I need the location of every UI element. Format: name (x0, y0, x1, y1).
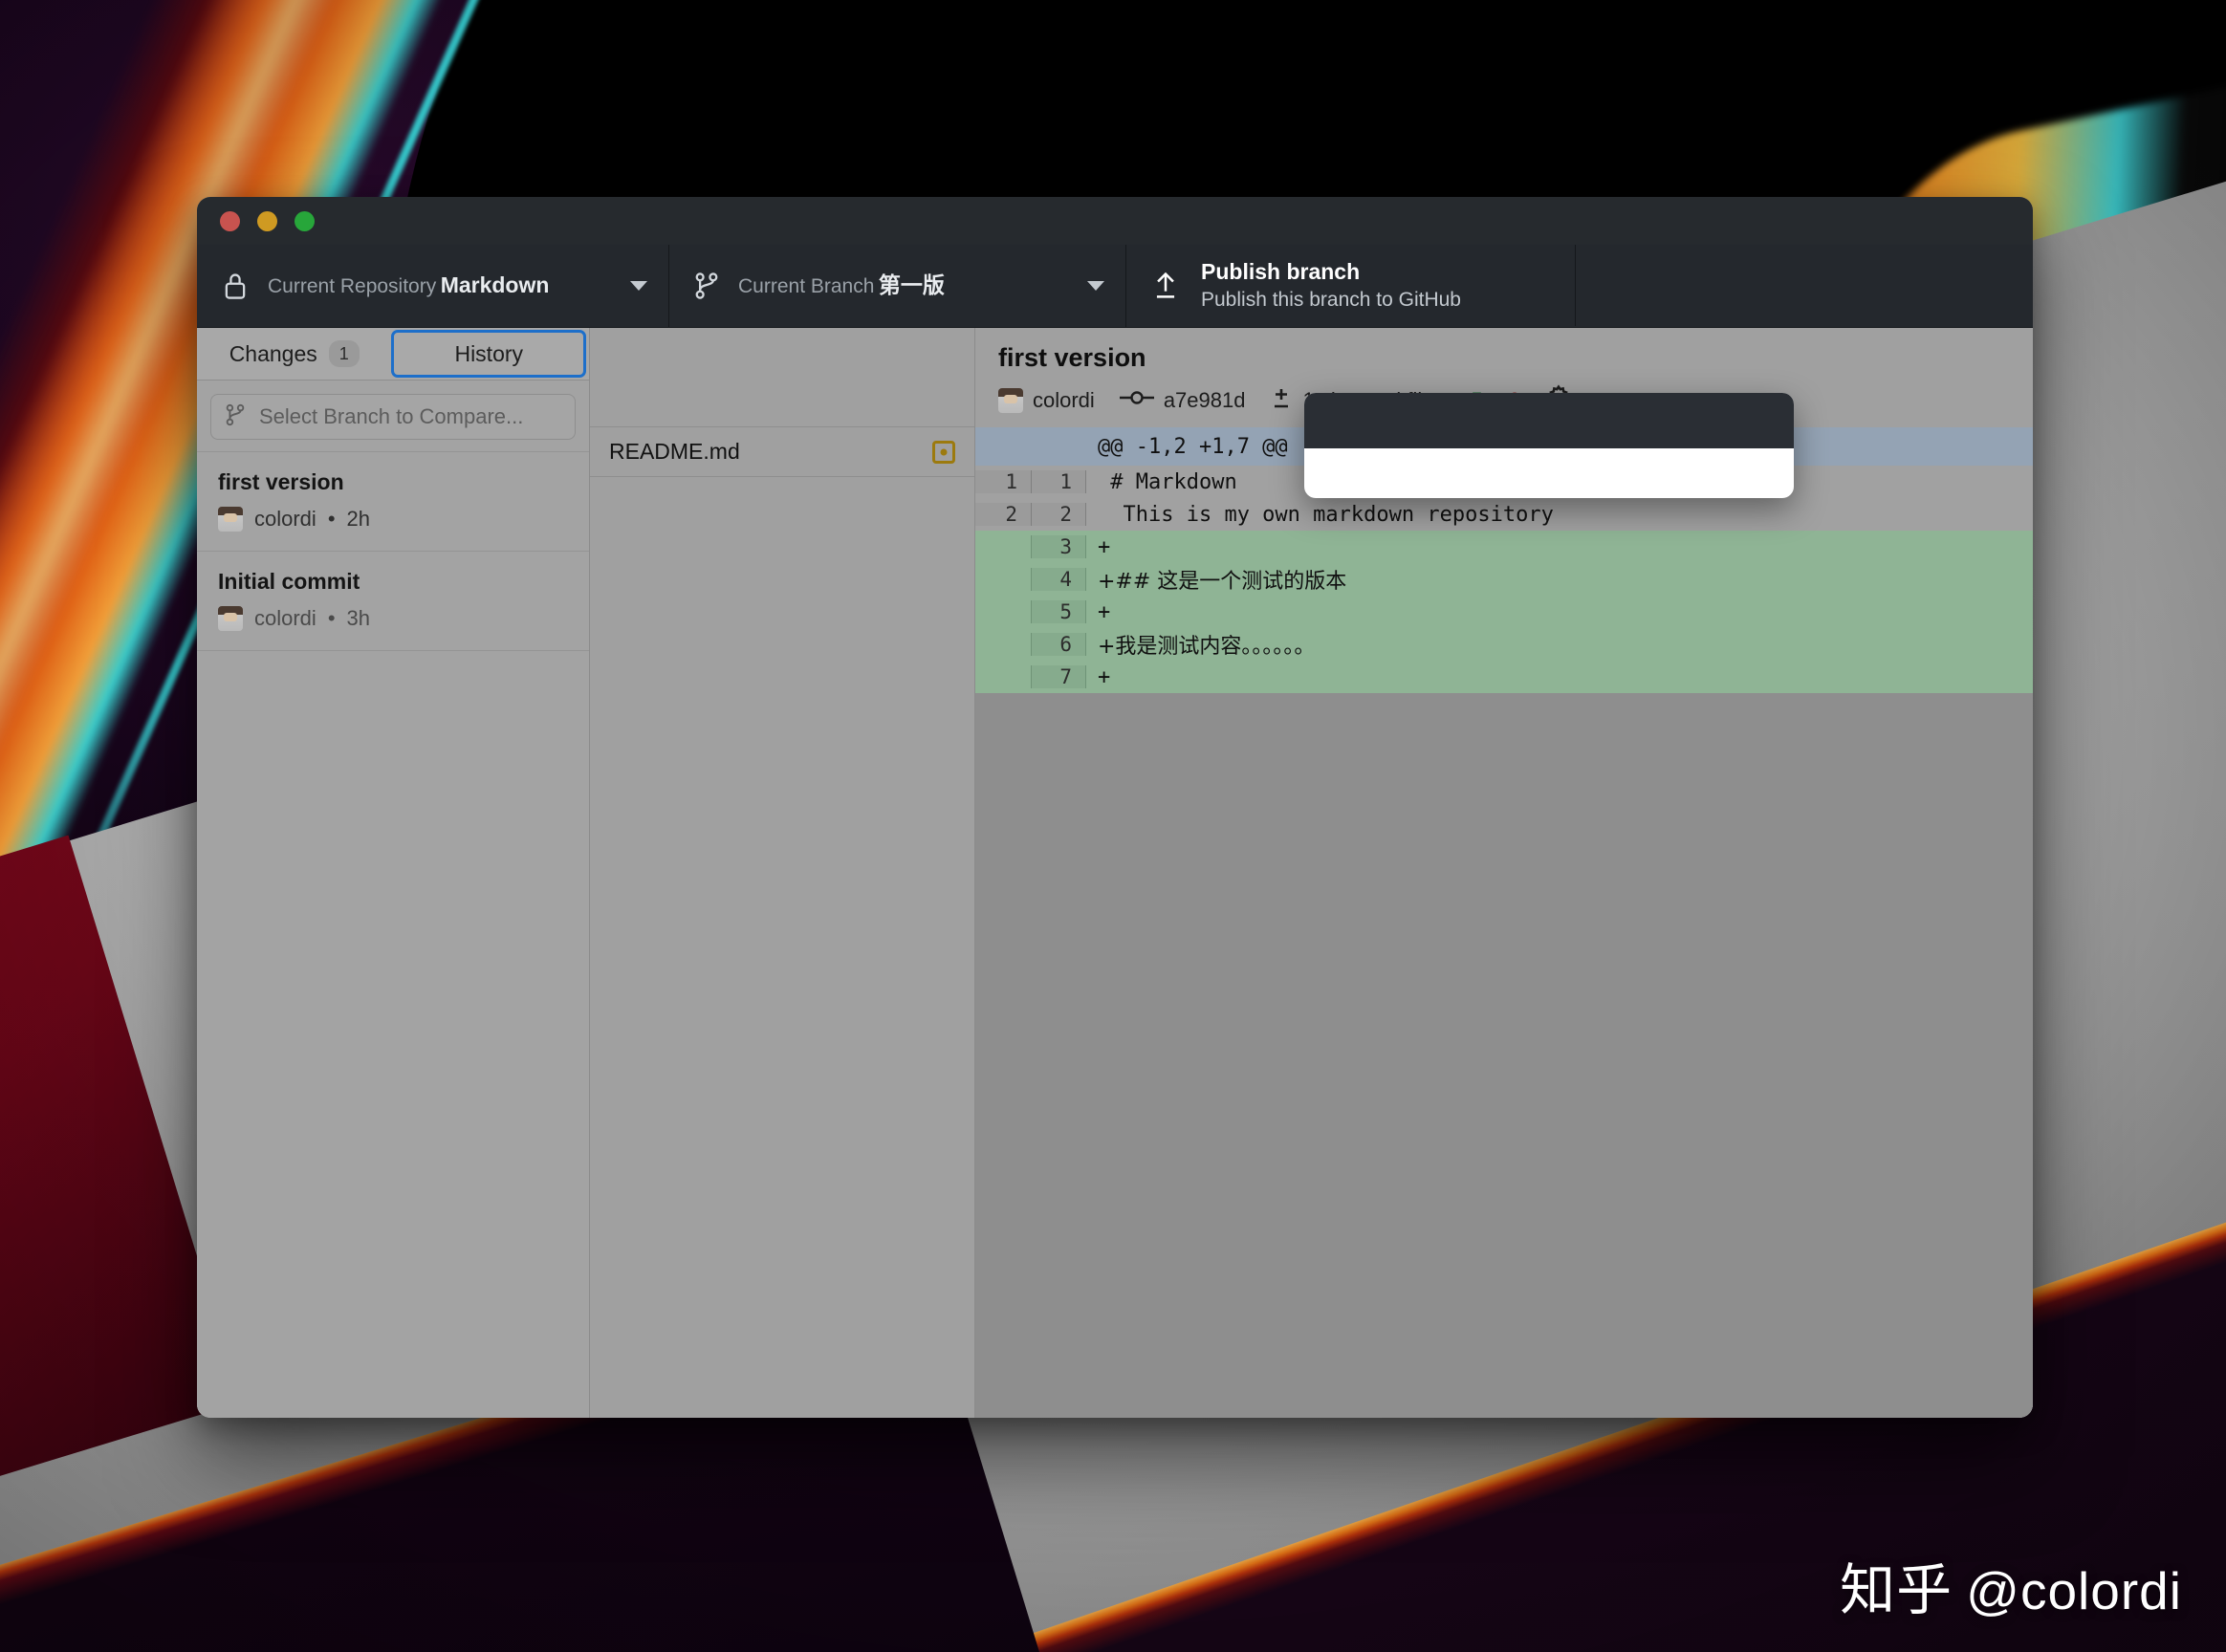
diff-gutter-old: 2 (975, 503, 1031, 526)
list-item[interactable]: first version colordi • 2h (197, 451, 589, 551)
commit-author: colordi (1033, 388, 1095, 412)
commit-time: 3h (346, 606, 370, 630)
commit-author: colordi (254, 507, 316, 531)
commit-sha: a7e981d (1163, 388, 1246, 412)
maximize-button[interactable] (295, 210, 315, 231)
diff-line-text: + (1098, 664, 1111, 689)
window-titlebar (197, 197, 2033, 245)
publish-branch-button[interactable]: Publish branch Publish this branch to Gi… (1126, 245, 1576, 326)
diff-gutter-new: 1 (1031, 470, 1086, 493)
diff-gutter-new: 5 (1031, 600, 1086, 623)
file-name: README.md (609, 439, 740, 464)
commit-separator: • (327, 606, 336, 630)
upload-arrow-icon (1151, 270, 1180, 302)
tab-changes[interactable]: Changes 1 (197, 328, 391, 380)
current-branch-label: Current Branch (738, 275, 875, 298)
close-button[interactable] (220, 210, 240, 231)
commit-meta: colordi • 3h (218, 606, 568, 631)
modified-dot-icon (932, 440, 955, 464)
github-desktop-window: Current Repository Markdown Current Bran… (197, 197, 2033, 1418)
current-repository-selector[interactable]: Current Repository Markdown (197, 245, 669, 327)
main-toolbar: Current Repository Markdown Current Bran… (197, 245, 2033, 498)
tab-history-label: History (454, 340, 524, 366)
tab-changes-label: Changes (229, 340, 317, 366)
sidebar-tabs: Changes 1 History (197, 328, 589, 380)
current-repository-value: Markdown (440, 272, 550, 298)
file-panel-spacer (590, 328, 974, 427)
commit-sha-group[interactable]: a7e981d (1119, 387, 1246, 414)
publish-branch-subtitle: Publish this branch to GitHub (1201, 288, 1461, 311)
diff-gutter-old: 1 (975, 470, 1031, 493)
changed-files-panel: README.md (590, 328, 975, 1418)
commit-author: colordi (254, 606, 316, 630)
diff-content[interactable]: @@ -1,2 +1,7 @@ 1 1 # Markdown 2 2 This … (975, 427, 2033, 1418)
diff-line-addition: 3 + (975, 531, 2033, 563)
diff-line-context: 2 2 This is my own markdown repository (975, 498, 2033, 531)
diff-line-addition: 5 + (975, 596, 2033, 628)
chevron-down-icon (1087, 281, 1104, 291)
diff-line-text: +## 这是一个测试的版本 (1098, 570, 1347, 594)
commit-meta: colordi • 2h (218, 507, 568, 532)
diff-icon (1270, 386, 1293, 415)
select-branch-to-compare-input[interactable]: Select Branch to Compare... (210, 394, 576, 440)
sidebar: Changes 1 History Select Branch to Compa… (197, 328, 590, 1418)
lock-icon (222, 271, 249, 301)
list-item[interactable]: Initial commit colordi • 3h (197, 551, 589, 651)
watermark-zh: 知乎 (1840, 1559, 1953, 1621)
avatar (998, 388, 1023, 413)
minimize-button[interactable] (257, 210, 277, 231)
chevron-down-icon (630, 281, 647, 291)
diff-line-text: This is my own markdown repository (1098, 502, 1554, 527)
watermark-handle: @colordi (1966, 1561, 2182, 1620)
diff-gutter-new: 4 (1031, 568, 1086, 591)
commit-author-group: colordi (998, 388, 1095, 413)
commit-separator: • (327, 507, 336, 531)
watermark: 知乎 @colordi (1840, 1545, 2182, 1625)
diff-line-text: +我是测试内容。。。。。。 (1098, 635, 1316, 659)
diff-line-text: + (1098, 599, 1111, 624)
git-branch-icon (694, 271, 719, 301)
diff-gutter-new: 3 (1031, 535, 1086, 558)
commit-title: first version (218, 469, 344, 494)
avatar (218, 606, 243, 631)
avatar (218, 507, 243, 532)
diff-gutter-new: 2 (1031, 503, 1086, 526)
publish-popover-cap (1304, 393, 1794, 448)
diff-line-addition: 6 +我是测试内容。。。。。。 (975, 628, 2033, 661)
file-row-readme[interactable]: README.md (590, 427, 974, 477)
diff-line-addition: 4 +## 这是一个测试的版本 (975, 563, 2033, 596)
diff-gutter-new: 6 (1031, 633, 1086, 656)
current-repository-label: Current Repository (268, 275, 437, 298)
diff-line-addition: 7 + (975, 661, 2033, 693)
git-commit-icon (1119, 387, 1154, 414)
current-branch-selector[interactable]: Current Branch 第一版 (669, 245, 1126, 327)
current-branch-value: 第一版 (878, 272, 945, 298)
commit-history-list: first version colordi • 2h Initial commi… (197, 451, 589, 1418)
commit-title: Initial commit (218, 569, 360, 594)
diff-gutter-new: 7 (1031, 665, 1086, 688)
git-branch-icon (225, 402, 246, 432)
compare-placeholder: Select Branch to Compare... (259, 404, 524, 428)
page-title: first version (998, 343, 1146, 372)
tab-history[interactable]: History (391, 330, 586, 378)
tab-changes-badge: 1 (328, 339, 360, 368)
diff-line-text: + (1098, 534, 1111, 559)
commit-time: 2h (346, 507, 370, 531)
publish-branch-title: Publish branch (1201, 258, 1361, 284)
